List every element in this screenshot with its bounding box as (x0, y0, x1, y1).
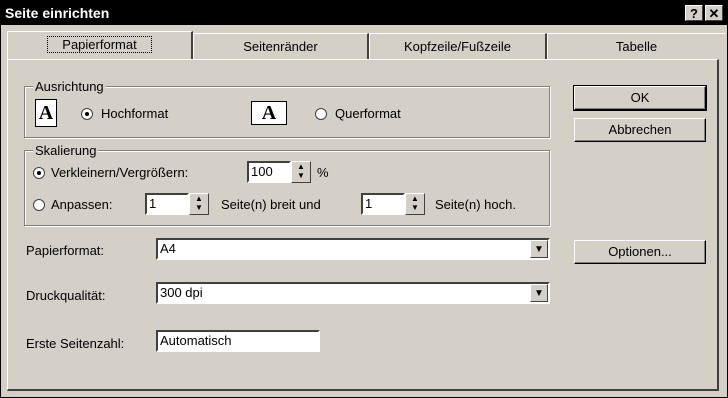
chevron-down-icon[interactable]: ▼ (530, 240, 548, 258)
portrait-icon: A (35, 99, 57, 127)
fit-wide-label: Seite(n) breit und (221, 197, 321, 212)
print-quality-select[interactable]: 300 dpi ▼ (156, 282, 550, 304)
cancel-button[interactable]: Abbrechen (574, 118, 706, 142)
scaling-group: Skalierung Verkleinern/Vergrößern: 100 ▲… (24, 143, 550, 226)
help-button[interactable]: ? (685, 5, 703, 21)
portrait-radio[interactable] (81, 108, 93, 120)
fit-label[interactable]: Anpassen: (51, 197, 112, 212)
page-setup-dialog: Seite einrichten ? ✕ Papierformat Seiten… (0, 0, 728, 398)
percent-sign: % (317, 165, 329, 180)
portrait-label[interactable]: Hochformat (101, 106, 168, 121)
scaling-group-label: Skalierung (33, 143, 99, 158)
tab-seitenraender[interactable]: Seitenränder (193, 33, 369, 59)
spin-up-icon[interactable]: ▲ (406, 194, 424, 203)
fit-wide-spinner[interactable]: ▲ ▼ (189, 193, 209, 215)
close-icon: ✕ (708, 6, 720, 21)
reduce-percent-input[interactable]: 100 (247, 161, 291, 183)
options-button[interactable]: Optionen... (574, 240, 706, 264)
print-quality-value: 300 dpi (160, 285, 203, 300)
reduce-spinner[interactable]: ▲ ▼ (291, 161, 311, 183)
paper-size-select[interactable]: A4 ▼ (156, 238, 550, 260)
tab-label: Papierformat (47, 36, 152, 53)
paper-size-value: A4 (160, 241, 176, 256)
tab-label: Tabelle (615, 39, 658, 54)
fit-wide-input[interactable]: 1 (145, 193, 189, 215)
title-bar: Seite einrichten ? ✕ (1, 1, 727, 25)
spin-up-icon[interactable]: ▲ (190, 194, 208, 203)
first-page-number-label: Erste Seitenzahl: (26, 336, 125, 351)
close-button[interactable]: ✕ (705, 5, 723, 21)
ok-button[interactable]: OK (573, 85, 707, 111)
tab-label: Kopfzeile/Fußzeile (404, 39, 511, 54)
tab-kopfzeile-fusszeile[interactable]: Kopfzeile/Fußzeile (369, 33, 547, 59)
spin-down-icon[interactable]: ▼ (190, 203, 208, 212)
reduce-label[interactable]: Verkleinern/Vergrößern: (51, 165, 188, 180)
fit-tall-label: Seite(n) hoch. (435, 197, 516, 212)
reduce-radio[interactable] (33, 167, 45, 179)
orientation-group-label: Ausrichtung (33, 79, 106, 94)
spin-down-icon[interactable]: ▼ (292, 171, 310, 180)
tab-tabelle[interactable]: Tabelle (547, 33, 725, 59)
landscape-icon: A (251, 101, 287, 125)
chevron-down-icon[interactable]: ▼ (530, 284, 548, 302)
fit-tall-input[interactable]: 1 (361, 193, 405, 215)
tab-panel: Ausrichtung A Hochformat A Querformat Sk… (7, 59, 719, 391)
tab-strip: Papierformat Seitenränder Kopfzeile/Fußz… (7, 31, 727, 59)
first-page-number-input[interactable]: Automatisch (156, 330, 320, 352)
landscape-label[interactable]: Querformat (335, 106, 401, 121)
window-title: Seite einrichten (5, 5, 110, 21)
tab-label: Seitenränder (243, 39, 318, 54)
landscape-radio[interactable] (315, 108, 327, 120)
paper-size-label: Papierformat: (26, 243, 105, 258)
help-icon: ? (690, 6, 698, 21)
orientation-group: Ausrichtung A Hochformat A Querformat (24, 79, 550, 138)
print-quality-label: Druckqualität: (26, 288, 106, 303)
spin-up-icon[interactable]: ▲ (292, 162, 310, 171)
tab-papierformat[interactable]: Papierformat (7, 31, 193, 59)
fit-radio[interactable] (33, 199, 45, 211)
spin-down-icon[interactable]: ▼ (406, 203, 424, 212)
fit-tall-spinner[interactable]: ▲ ▼ (405, 193, 425, 215)
